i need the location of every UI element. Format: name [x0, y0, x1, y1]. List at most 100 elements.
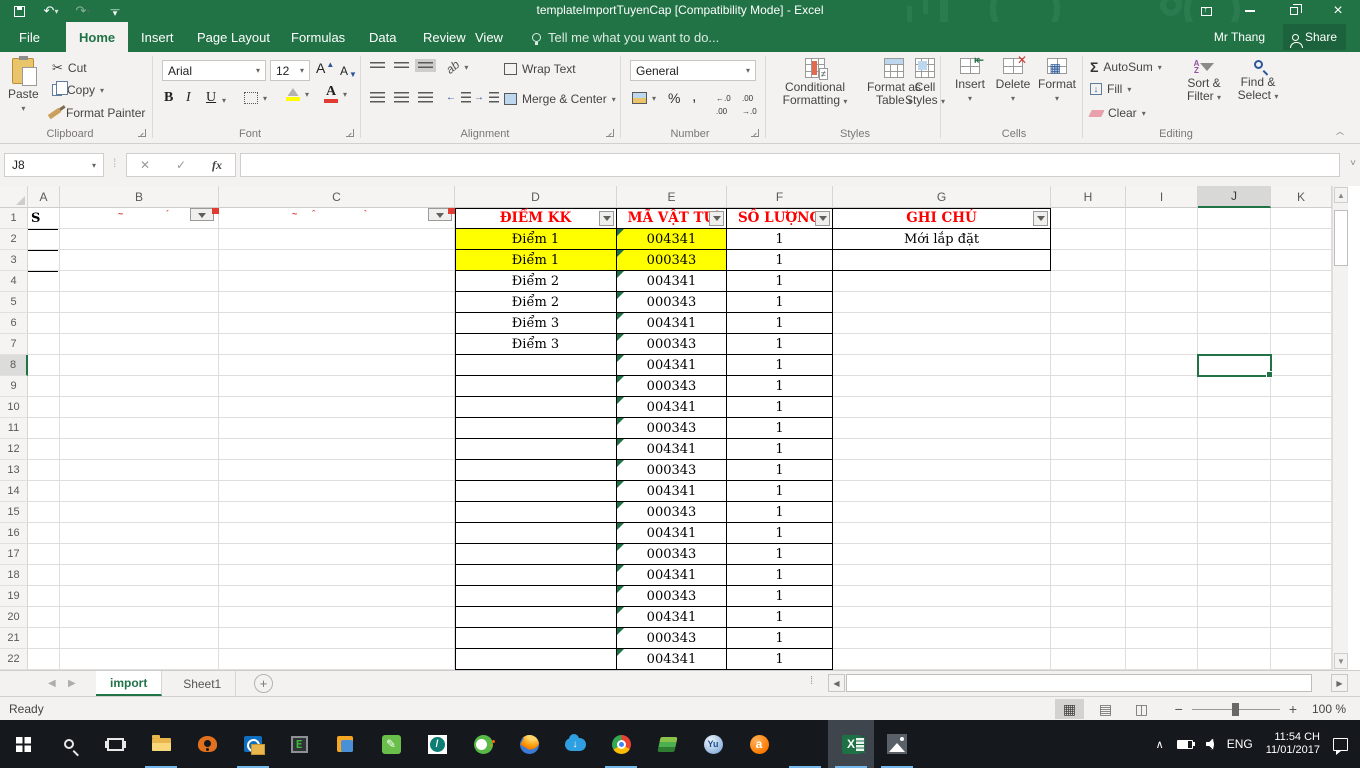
- taskbar-file-explorer-icon[interactable]: [138, 720, 184, 768]
- align-left-button[interactable]: [370, 92, 385, 103]
- taskbar-search-icon[interactable]: [46, 720, 92, 768]
- column-header-B[interactable]: B: [60, 186, 219, 208]
- cell-E22[interactable]: 004341: [617, 649, 727, 670]
- cell-E2[interactable]: 004341: [617, 229, 727, 250]
- cell-B14[interactable]: [60, 481, 219, 502]
- cell-G5[interactable]: [833, 292, 1051, 313]
- cell-J11[interactable]: [1198, 418, 1271, 439]
- cell-J17[interactable]: [1198, 544, 1271, 565]
- row-header-20[interactable]: 20: [0, 607, 28, 628]
- cell-K17[interactable]: [1271, 544, 1332, 565]
- cell-D19[interactable]: [455, 586, 617, 607]
- sort-filter-button[interactable]: AZ Sort &Filter ▾: [1178, 60, 1230, 104]
- conditional-formatting-button[interactable]: ≠ ConditionalFormatting ▾: [772, 58, 858, 108]
- cell-H13[interactable]: [1051, 460, 1126, 481]
- cell-A14[interactable]: [28, 481, 60, 502]
- cell-J9[interactable]: [1198, 376, 1271, 397]
- filter-button-D[interactable]: [599, 211, 614, 226]
- cell-B15[interactable]: [60, 502, 219, 523]
- row-header-4[interactable]: 4: [0, 271, 28, 292]
- cell-J20[interactable]: [1198, 607, 1271, 628]
- alignment-dialog-launcher[interactable]: [606, 129, 614, 137]
- cell-G12[interactable]: [833, 439, 1051, 460]
- cell-D13[interactable]: [455, 460, 617, 481]
- row-header-1[interactable]: 1: [0, 208, 28, 229]
- cell-B6[interactable]: [60, 313, 219, 334]
- cell-G19[interactable]: [833, 586, 1051, 607]
- cell-H3[interactable]: [1051, 250, 1126, 271]
- cell-D18[interactable]: [455, 565, 617, 586]
- cell-B3[interactable]: [60, 250, 219, 271]
- taskbar-firefox-2-icon[interactable]: [782, 720, 828, 768]
- column-header-I[interactable]: I: [1126, 186, 1198, 208]
- decrease-decimal-button[interactable]: .00→.0: [742, 92, 757, 118]
- cell-D6[interactable]: Điểm 3: [455, 313, 617, 334]
- tab-formulas[interactable]: Formulas: [278, 22, 358, 52]
- restore-button[interactable]: [1272, 0, 1316, 22]
- cell-J21[interactable]: [1198, 628, 1271, 649]
- cell-I11[interactable]: [1126, 418, 1198, 439]
- zoom-in-button[interactable]: +: [1289, 701, 1297, 717]
- cell-F2[interactable]: 1: [727, 229, 833, 250]
- ribbon-display-options-button[interactable]: [1184, 0, 1228, 22]
- cell-C12[interactable]: [219, 439, 455, 460]
- row-header-6[interactable]: 6: [0, 313, 28, 334]
- row-header-3[interactable]: 3: [0, 250, 28, 271]
- sheet-nav-right[interactable]: ▶: [68, 678, 76, 689]
- cell-D15[interactable]: [455, 502, 617, 523]
- tab-data[interactable]: Data: [356, 22, 409, 52]
- clock[interactable]: 11:54 CH11/01/2017: [1266, 731, 1320, 757]
- tab-home[interactable]: Home: [66, 22, 128, 52]
- cell-K3[interactable]: [1271, 250, 1332, 271]
- cell-E6[interactable]: 004341: [617, 313, 727, 334]
- taskbar-avast-icon[interactable]: a: [736, 720, 782, 768]
- cell-F17[interactable]: 1: [727, 544, 833, 565]
- page-layout-view-button[interactable]: ▤: [1091, 699, 1120, 719]
- cell-G16[interactable]: [833, 523, 1051, 544]
- cell-G17[interactable]: [833, 544, 1051, 565]
- cell-C14[interactable]: [219, 481, 455, 502]
- cell-D12[interactable]: [455, 439, 617, 460]
- taskbar-excel-icon[interactable]: X: [828, 720, 874, 768]
- cut-button[interactable]: ✂Cut: [52, 60, 87, 76]
- cell-G9[interactable]: [833, 376, 1051, 397]
- cancel-formula-button[interactable]: ✕: [140, 158, 150, 172]
- cell-C19[interactable]: [219, 586, 455, 607]
- zoom-slider-track[interactable]: [1192, 709, 1280, 710]
- underline-button[interactable]: U: [206, 90, 216, 106]
- cell-A4[interactable]: [28, 271, 60, 292]
- zoom-slider-thumb[interactable]: [1232, 703, 1239, 716]
- cell-J1[interactable]: [1198, 208, 1271, 229]
- cell-B16[interactable]: [60, 523, 219, 544]
- volume-icon[interactable]: [1206, 739, 1214, 750]
- cell-E11[interactable]: 000343: [617, 418, 727, 439]
- cell-A22[interactable]: [28, 649, 60, 670]
- cell-A11[interactable]: [28, 418, 60, 439]
- cell-K1[interactable]: [1271, 208, 1332, 229]
- cell-G10[interactable]: [833, 397, 1051, 418]
- row-header-18[interactable]: 18: [0, 565, 28, 586]
- cell-J14[interactable]: [1198, 481, 1271, 502]
- cell-H9[interactable]: [1051, 376, 1126, 397]
- sheet-nav-left[interactable]: ◀: [48, 678, 56, 689]
- cell-C6[interactable]: [219, 313, 455, 334]
- filter-button-E[interactable]: [709, 211, 724, 226]
- cell-E3[interactable]: 000343: [617, 250, 727, 271]
- cell-A5[interactable]: [28, 292, 60, 313]
- cell-C9[interactable]: [219, 376, 455, 397]
- column-header-J[interactable]: J: [1198, 186, 1271, 208]
- cell-G13[interactable]: [833, 460, 1051, 481]
- cell-G3[interactable]: [833, 250, 1051, 271]
- cell-I16[interactable]: [1126, 523, 1198, 544]
- cell-E17[interactable]: 000343: [617, 544, 727, 565]
- cell-G22[interactable]: [833, 649, 1051, 670]
- cell-H8[interactable]: [1051, 355, 1126, 376]
- cell-K6[interactable]: [1271, 313, 1332, 334]
- battery-icon[interactable]: [1177, 740, 1193, 749]
- tell-me-box[interactable]: Tell me what you want to do...: [532, 22, 719, 52]
- cell-J10[interactable]: [1198, 397, 1271, 418]
- cell-C2[interactable]: [219, 229, 455, 250]
- cell-A15[interactable]: [28, 502, 60, 523]
- cell-F7[interactable]: 1: [727, 334, 833, 355]
- signed-in-user[interactable]: Mr Thang: [1214, 22, 1265, 52]
